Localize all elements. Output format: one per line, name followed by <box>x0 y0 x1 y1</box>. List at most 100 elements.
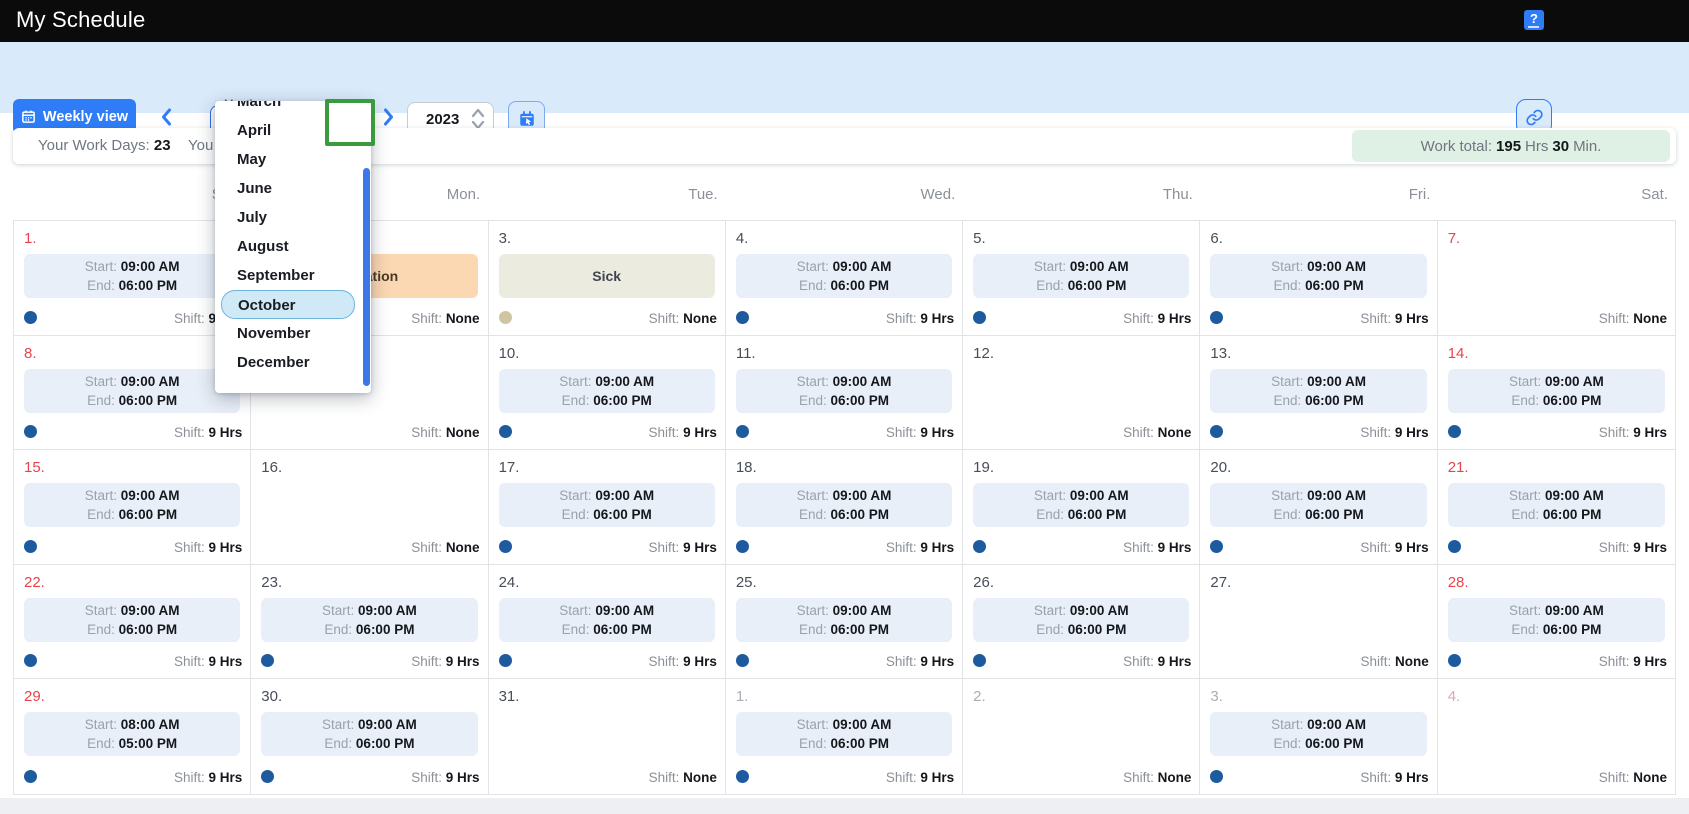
shift-time-box[interactable]: Start: 09:00 AMEnd: 06:00 PM <box>1210 712 1426 756</box>
dropdown-scrollbar-thumb[interactable] <box>363 168 370 386</box>
calendar-cell[interactable]: 28.Start: 09:00 AMEnd: 06:00 PMShift: 9 … <box>1438 565 1675 680</box>
shift-time-box[interactable]: Start: 09:00 AMEnd: 06:00 PM <box>736 483 952 527</box>
calendar-cell[interactable]: 20.Start: 09:00 AMEnd: 06:00 PMShift: 9 … <box>1200 450 1437 565</box>
shift-time-box[interactable]: Start: 09:00 AMEnd: 06:00 PM <box>261 598 477 642</box>
shift-total: Shift: 9 Hrs <box>649 540 717 555</box>
calendar-cell[interactable]: 26.Start: 09:00 AMEnd: 06:00 PMShift: 9 … <box>963 565 1200 680</box>
shift-total: Shift: 9 Hrs <box>411 654 479 669</box>
calendar-cell[interactable]: 30.Start: 09:00 AMEnd: 06:00 PMShift: 9 … <box>251 679 488 794</box>
shift-time-box[interactable]: Start: 09:00 AMEnd: 06:00 PM <box>1448 369 1665 413</box>
shift-start: Start: 09:00 AM <box>85 372 180 391</box>
shift-end: End: 06:00 PM <box>87 505 177 524</box>
work-total-badge: Work total: 195 Hrs 30 Min. <box>1352 130 1670 162</box>
cell-date: 23. <box>261 574 282 591</box>
calendar-cell[interactable]: 22.Start: 09:00 AMEnd: 06:00 PMShift: 9 … <box>14 565 251 680</box>
shift-status-dot <box>736 425 749 438</box>
calendar-cell[interactable]: 5.Start: 09:00 AMEnd: 06:00 PMShift: 9 H… <box>963 221 1200 336</box>
shift-total: Shift: 9 Hrs <box>174 425 242 440</box>
shift-start: Start: 09:00 AM <box>797 715 892 734</box>
calendar-cell[interactable]: 27.Shift: None <box>1200 565 1437 680</box>
month-option-july[interactable]: July <box>215 203 371 232</box>
shift-time-box[interactable]: Start: 09:00 AMEnd: 06:00 PM <box>24 254 240 298</box>
shift-total: Shift: None <box>411 425 479 440</box>
month-option-october[interactable]: October <box>221 290 355 319</box>
calendar-cell[interactable]: 15.Start: 09:00 AMEnd: 06:00 PMShift: 9 … <box>14 450 251 565</box>
previous-month-button[interactable] <box>154 105 178 129</box>
next-month-button[interactable] <box>376 105 400 129</box>
shift-time-box[interactable]: Start: 09:00 AMEnd: 06:00 PM <box>973 483 1189 527</box>
shift-time-box[interactable]: Start: 09:00 AMEnd: 06:00 PM <box>1210 369 1426 413</box>
help-icon[interactable]: ? <box>1524 10 1544 30</box>
calendar-cell[interactable]: 18.Start: 09:00 AMEnd: 06:00 PMShift: 9 … <box>726 450 963 565</box>
calendar-cell[interactable]: 2.Shift: None <box>963 679 1200 794</box>
shift-total: Shift: 9 Hrs <box>649 425 717 440</box>
calendar-cell[interactable]: 1.Start: 09:00 AMEnd: 06:00 PMShift: 9 H… <box>726 679 963 794</box>
my-schedule-app: My Schedule ? Weekly view Month October <box>0 0 1689 814</box>
shift-time-box[interactable]: Start: 09:00 AMEnd: 06:00 PM <box>1210 254 1426 298</box>
calendar-cell[interactable]: 7.Shift: None <box>1438 221 1675 336</box>
summary-partial-text: You <box>188 137 213 154</box>
shift-time-box[interactable]: Start: 09:00 AMEnd: 06:00 PM <box>1448 483 1665 527</box>
shift-time-box[interactable]: Start: 09:00 AMEnd: 06:00 PM <box>499 598 715 642</box>
month-option-may[interactable]: May <box>215 145 371 174</box>
sick-badge[interactable]: Sick <box>499 254 715 298</box>
calendar-cell[interactable]: 16.Shift: None <box>251 450 488 565</box>
calendar-cell[interactable]: 23. Start: 09:00 AMEnd: 06:00 PM Shift: 9 … <box>251 565 488 680</box>
calendar-cell[interactable]: 11.Start: 09:00 AMEnd: 06:00 PMShift: 9 … <box>726 336 963 451</box>
calendar-cell[interactable]: 6.Start: 09:00 AMEnd: 06:00 PMShift: 9 H… <box>1200 221 1437 336</box>
shift-time-box[interactable]: Start: 08:00 AMEnd: 05:00 PM <box>24 712 240 756</box>
shift-total: Shift: 9 Hrs <box>1599 540 1667 555</box>
shift-end: End: 06:00 PM <box>562 505 652 524</box>
shift-start: Start: 09:00 AM <box>85 257 180 276</box>
shift-time-box[interactable]: Start: 09:00 AMEnd: 06:00 PM <box>1448 598 1665 642</box>
cell-date: 26. <box>973 574 994 591</box>
cell-date: 7. <box>1448 230 1461 247</box>
calendar-cell[interactable]: 19.Start: 09:00 AMEnd: 06:00 PMShift: 9 … <box>963 450 1200 565</box>
month-option-june[interactable]: June <box>215 174 371 203</box>
shift-time-box[interactable]: Start: 09:00 AMEnd: 06:00 PM <box>736 712 952 756</box>
calendar-cell[interactable]: 12.Shift: None <box>963 336 1200 451</box>
calendar-cell[interactable]: 13.Start: 09:00 AMEnd: 06:00 PMShift: 9 … <box>1200 336 1437 451</box>
calendar-cell[interactable]: 25.Start: 09:00 AMEnd: 06:00 PMShift: 9 … <box>726 565 963 680</box>
shift-status-dot <box>24 311 37 324</box>
calendar-cell[interactable]: 14.Start: 09:00 AMEnd: 06:00 PMShift: 9 … <box>1438 336 1675 451</box>
shift-time-box[interactable]: Start: 09:00 AMEnd: 06:00 PM <box>1210 483 1426 527</box>
shift-end: End: 06:00 PM <box>562 620 652 639</box>
calendar-cell[interactable]: 3.SickShift: None <box>489 221 726 336</box>
shift-time-box[interactable]: Start: 09:00 AMEnd: 06:00 PM <box>261 712 477 756</box>
shift-time-box[interactable]: Start: 09:00 AMEnd: 06:00 PM <box>736 369 952 413</box>
shift-time-box[interactable]: Start: 09:00 AMEnd: 06:00 PM <box>973 598 1189 642</box>
bottom-scroll-area[interactable] <box>0 798 1689 814</box>
shift-start: Start: 09:00 AM <box>1509 372 1604 391</box>
calendar-cell[interactable]: 29.Start: 08:00 AMEnd: 05:00 PMShift: 9 … <box>14 679 251 794</box>
calendar-cell[interactable]: 10.Start: 09:00 AMEnd: 06:00 PMShift: 9 … <box>489 336 726 451</box>
calendar-cell[interactable]: 17. Start: 09:00 AMEnd: 06:00 PM Shift: 9 … <box>489 450 726 565</box>
shift-time-box[interactable]: Start: 09:00 AMEnd: 06:00 PM <box>24 483 240 527</box>
month-option-november[interactable]: November <box>215 319 371 348</box>
shift-total: Shift: None <box>649 311 717 326</box>
shift-time-box[interactable]: Start: 09:00 AMEnd: 06:00 PM <box>736 254 952 298</box>
shift-time-box[interactable]: Start: 09:00 AMEnd: 06:00 PM <box>24 598 240 642</box>
cell-date: 30. <box>261 688 282 705</box>
shift-end: End: 06:00 PM <box>1036 505 1126 524</box>
shift-total: Shift: 9 Hrs <box>886 311 954 326</box>
calendar-cell[interactable]: 21.Start: 09:00 AMEnd: 06:00 PMShift: 9 … <box>1438 450 1675 565</box>
shift-time-box[interactable]: Start: 09:00 AMEnd: 06:00 PM <box>24 369 240 413</box>
shift-start: Start: 09:00 AM <box>559 372 654 391</box>
shift-total: Shift: None <box>1123 425 1191 440</box>
month-option-december[interactable]: December <box>215 348 371 377</box>
shift-total: Shift: 9 Hrs <box>1360 540 1428 555</box>
shift-time-box[interactable]: Start: 09:00 AMEnd: 06:00 PM <box>973 254 1189 298</box>
calendar-cell[interactable]: 31.Shift: None <box>489 679 726 794</box>
shift-time-box[interactable]: Start: 09:00 AMEnd: 06:00 PM <box>736 598 952 642</box>
month-option-august[interactable]: August <box>215 232 371 261</box>
shift-time-box[interactable]: Start: 09:00 AMEnd: 06:00 PM <box>499 369 715 413</box>
shift-time-box[interactable]: Start: 09:00 AMEnd: 06:00 PM <box>499 483 715 527</box>
calendar-cell[interactable]: 4.Shift: None <box>1438 679 1675 794</box>
cell-date: 17. <box>499 459 520 476</box>
calendar-cell[interactable]: 24.Start: 09:00 AMEnd: 06:00 PMShift: 9 … <box>489 565 726 680</box>
month-option-september[interactable]: September <box>215 261 371 290</box>
calendar-cell[interactable]: 4.Start: 09:00 AMEnd: 06:00 PMShift: 9 H… <box>726 221 963 336</box>
calendar-cell[interactable]: 3.Start: 09:00 AMEnd: 06:00 PMShift: 9 H… <box>1200 679 1437 794</box>
cell-date: 6. <box>1210 230 1223 247</box>
